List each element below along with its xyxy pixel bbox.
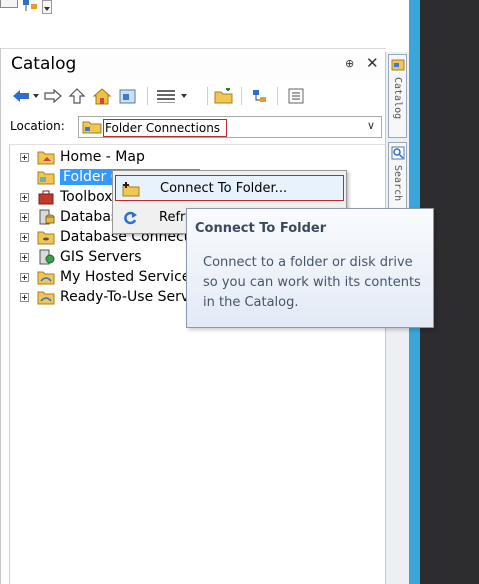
refresh-icon: [121, 209, 139, 227]
panel-header: Catalog ⊕ ✕: [1, 48, 386, 80]
folder-connections-icon: [82, 120, 102, 134]
expand-icon[interactable]: [20, 192, 29, 202]
catalog-toolbar: [1, 81, 386, 111]
tab-label: Search: [392, 165, 403, 202]
tree-item-label: My Hosted Services: [60, 269, 198, 285]
catalog-tab-icon: [391, 58, 405, 76]
chevron-down-icon[interactable]: ∨: [367, 119, 375, 132]
up-one-level-icon[interactable]: [67, 86, 87, 106]
database-connections-icon: [37, 229, 55, 245]
tooltip: Connect To Folder Connect to a folder or…: [186, 208, 434, 328]
tooltip-body: Connect to a folder or disk drive so you…: [203, 255, 421, 310]
location-combobox[interactable]: Folder Connections ∨: [78, 116, 382, 138]
folder-connections-icon: [37, 169, 55, 185]
disconnect-folder-icon[interactable]: [249, 86, 271, 106]
forward-arrow-icon[interactable]: [43, 86, 63, 106]
tree-item-gis-servers[interactable]: GIS Servers: [20, 247, 142, 267]
tree-item-label: GIS Servers: [60, 249, 142, 265]
menu-item-label: Connect To Folder...: [160, 181, 288, 196]
options-icon[interactable]: [285, 86, 307, 106]
expand-icon[interactable]: [20, 252, 29, 262]
toolbox-icon: [37, 189, 55, 205]
hosted-services-icon: [37, 269, 55, 285]
top-toolbar-strip: [0, 0, 410, 44]
expand-icon[interactable]: [20, 232, 29, 242]
location-label: Location:: [10, 119, 65, 133]
connect-folder-icon[interactable]: [213, 86, 235, 106]
back-arrow-icon[interactable]: [11, 86, 31, 106]
home-icon[interactable]: [91, 86, 113, 106]
view-options-icon[interactable]: [153, 86, 179, 106]
search-icon: [391, 146, 405, 164]
expand-icon[interactable]: [20, 212, 29, 222]
layout-icon[interactable]: [22, 0, 38, 12]
home-folder-icon: [37, 149, 55, 165]
view-dropdown-arrow-icon[interactable]: [179, 86, 189, 106]
ready-services-icon: [37, 289, 55, 305]
expand-icon[interactable]: [20, 152, 29, 162]
tab-catalog[interactable]: Catalog: [388, 54, 407, 138]
tooltip-title: Connect To Folder: [195, 221, 327, 236]
window-edge-icon: [0, 0, 18, 8]
gis-servers-icon: [37, 249, 55, 265]
database-server-icon: [37, 209, 55, 225]
expand-icon[interactable]: [20, 272, 29, 282]
panel-title: Catalog: [11, 54, 77, 74]
pin-icon[interactable]: ⊕: [345, 57, 354, 70]
dropdown-arrow-icon[interactable]: [42, 0, 52, 14]
close-icon[interactable]: ✕: [366, 54, 379, 72]
location-row: Location: Folder Connections ∨: [1, 114, 386, 140]
tree-item-my-hosted-services[interactable]: My Hosted Services: [20, 267, 198, 287]
toggle-contents-icon[interactable]: [117, 86, 139, 106]
connect-folder-icon: [122, 180, 140, 198]
back-dropdown-arrow-icon[interactable]: [31, 86, 41, 106]
menu-item-connect-to-folder[interactable]: Connect To Folder...: [115, 175, 344, 201]
location-value[interactable]: Folder Connections: [103, 119, 228, 137]
tab-label: Catalog: [392, 77, 403, 120]
tree-item-label: Home - Map: [60, 149, 145, 165]
tree-item-home-map[interactable]: Home - Map: [20, 147, 145, 167]
expand-icon[interactable]: [20, 292, 29, 302]
